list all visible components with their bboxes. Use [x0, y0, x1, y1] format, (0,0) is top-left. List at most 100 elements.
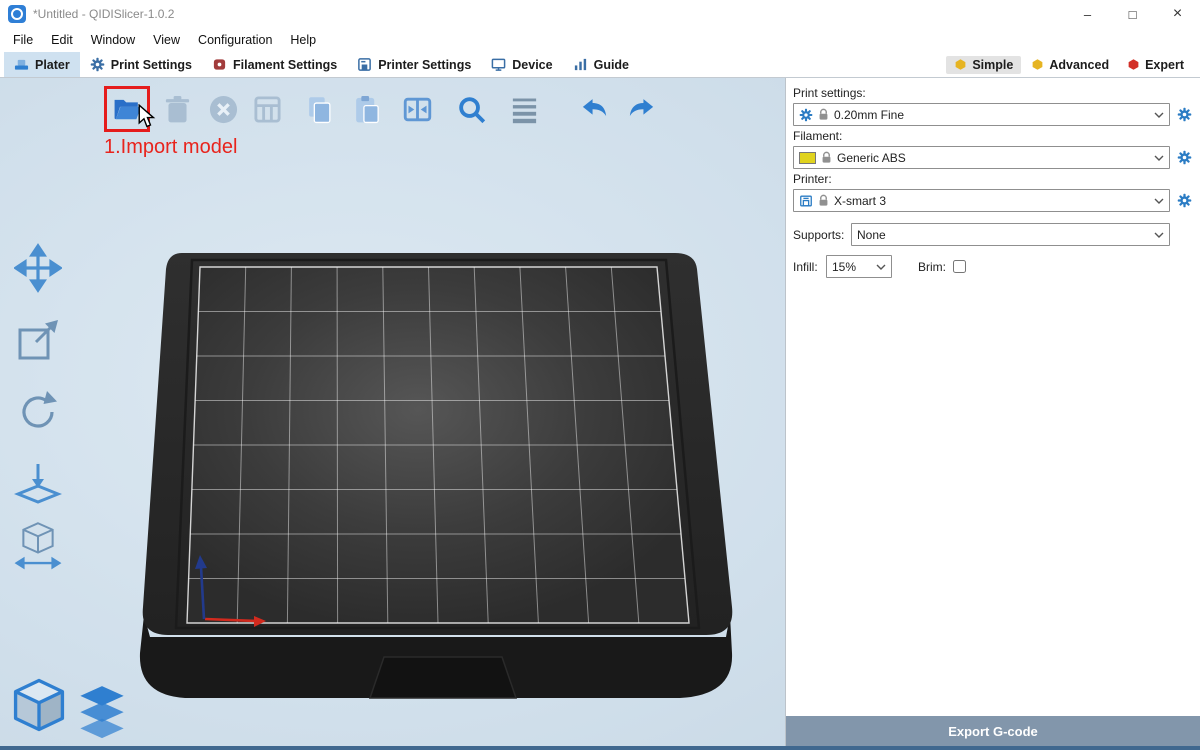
printer-icon — [357, 57, 372, 72]
tab-printer-settings[interactable]: Printer Settings — [347, 52, 481, 77]
mode-switcher: Simple Advanced Expert — [946, 52, 1200, 77]
redo-icon — [626, 94, 657, 125]
scale-icon — [14, 314, 62, 366]
lock-icon — [821, 151, 832, 164]
place-on-face-button[interactable] — [12, 454, 64, 510]
printer-gear-button[interactable] — [1175, 191, 1193, 211]
advanced-mode-icon — [1031, 58, 1044, 71]
import-model-button[interactable] — [108, 90, 146, 128]
delete-icon — [162, 94, 193, 125]
gear-icon — [799, 108, 813, 122]
window-controls: – □ × — [1065, 0, 1200, 28]
close-button[interactable]: × — [1155, 0, 1200, 28]
step1-annotation: 1.Import model — [104, 136, 237, 159]
menu-edit[interactable]: Edit — [42, 30, 82, 50]
chevron-down-icon — [1154, 232, 1164, 238]
tab-guide[interactable]: Guide — [563, 52, 639, 77]
paste-button[interactable] — [347, 90, 385, 128]
tab-plater[interactable]: Plater — [4, 52, 80, 77]
tab-filament-settings[interactable]: Filament Settings — [202, 52, 347, 77]
filament-color-swatch — [799, 152, 816, 164]
printer-value: X-smart 3 — [834, 194, 886, 208]
3d-viewport[interactable]: 1.Import model — [0, 78, 785, 750]
variable-layer-height-button[interactable] — [505, 90, 543, 128]
tab-device[interactable]: Device — [481, 52, 562, 77]
rotate-icon — [14, 386, 62, 438]
measure-icon — [14, 520, 62, 572]
filament-select[interactable]: Generic ABS — [793, 146, 1170, 169]
print-bed[interactable] — [130, 245, 750, 710]
filament-value: Generic ABS — [837, 151, 906, 165]
menu-configuration[interactable]: Configuration — [189, 30, 281, 50]
move-button[interactable] — [12, 240, 64, 296]
bed-handle-notch — [370, 657, 516, 698]
print-settings-value: 0.20mm Fine — [834, 108, 904, 122]
printer-select[interactable]: X-smart 3 — [793, 189, 1170, 212]
print-settings-select[interactable]: 0.20mm Fine — [793, 103, 1170, 126]
lock-icon — [818, 194, 829, 207]
layers-preview-button[interactable] — [76, 684, 128, 734]
undo-button[interactable] — [575, 90, 613, 128]
mode-expert[interactable]: Expert — [1119, 56, 1192, 74]
copy-icon — [304, 94, 335, 125]
mode-simple[interactable]: Simple — [946, 56, 1021, 74]
window-bottom-edge — [0, 746, 1200, 750]
layers-preview-icon — [76, 684, 128, 743]
app-logo-icon — [8, 5, 26, 23]
printer-label: Printer: — [793, 172, 1193, 186]
minimize-button[interactable]: – — [1065, 0, 1110, 28]
filament-label: Filament: — [793, 129, 1193, 143]
filament-icon — [212, 57, 227, 72]
lock-icon — [818, 108, 829, 121]
move-icon — [14, 242, 62, 294]
paste-icon — [351, 94, 382, 125]
expert-mode-icon — [1127, 58, 1140, 71]
scale-button[interactable] — [12, 312, 64, 368]
variable-layer-height-icon — [509, 94, 540, 125]
menu-view[interactable]: View — [144, 30, 189, 50]
supports-select[interactable]: None — [851, 223, 1170, 246]
undo-icon — [579, 94, 610, 125]
copy-button[interactable] — [300, 90, 338, 128]
menu-help[interactable]: Help — [281, 30, 325, 50]
maximize-button[interactable]: □ — [1110, 0, 1155, 28]
menu-file[interactable]: File — [4, 30, 42, 50]
arrange-icon — [252, 94, 283, 125]
delete-button[interactable] — [158, 90, 196, 128]
redo-button[interactable] — [622, 90, 660, 128]
filament-gear-button[interactable] — [1175, 148, 1193, 168]
gear-icon — [1177, 150, 1192, 165]
supports-value: None — [857, 228, 886, 242]
window-title: *Untitled - QIDISlicer-1.0.2 — [33, 7, 174, 21]
supports-label: Supports: — [793, 228, 851, 242]
export-gcode-button[interactable]: Export G-code — [786, 716, 1200, 746]
device-icon — [491, 57, 506, 72]
measure-button[interactable] — [12, 518, 64, 574]
rotate-button[interactable] — [12, 384, 64, 440]
infill-select[interactable]: 15% — [826, 255, 892, 278]
place-on-face-icon — [14, 456, 62, 508]
settings-sidebar: Print settings: 0.20mm Fine Filament: Ge… — [785, 78, 1200, 750]
menubar: File Edit Window View Configuration Help — [0, 28, 1200, 52]
menu-window[interactable]: Window — [82, 30, 144, 50]
search-icon — [456, 94, 487, 125]
delete-all-icon — [208, 94, 239, 125]
delete-all-button[interactable] — [204, 90, 242, 128]
gear-icon — [90, 57, 105, 72]
search-button[interactable] — [452, 90, 490, 128]
arrange-button[interactable] — [248, 90, 286, 128]
brim-checkbox[interactable] — [953, 260, 966, 273]
plater-icon — [14, 57, 29, 72]
print-settings-gear-button[interactable] — [1175, 105, 1193, 125]
main-area: 1.Import model Print settings: — [0, 78, 1200, 750]
mode-advanced[interactable]: Advanced — [1023, 56, 1117, 74]
split-view-button[interactable] — [398, 90, 436, 128]
view-3d-cube-icon — [10, 676, 68, 734]
gear-icon — [1177, 193, 1192, 208]
tabbar: Plater Print Settings Filament Settings … — [0, 52, 1200, 78]
brim-label: Brim: — [918, 260, 946, 274]
chevron-down-icon — [1154, 198, 1164, 204]
chevron-down-icon — [876, 264, 886, 270]
tab-print-settings[interactable]: Print Settings — [80, 52, 202, 77]
view-3d-button[interactable] — [10, 676, 68, 734]
